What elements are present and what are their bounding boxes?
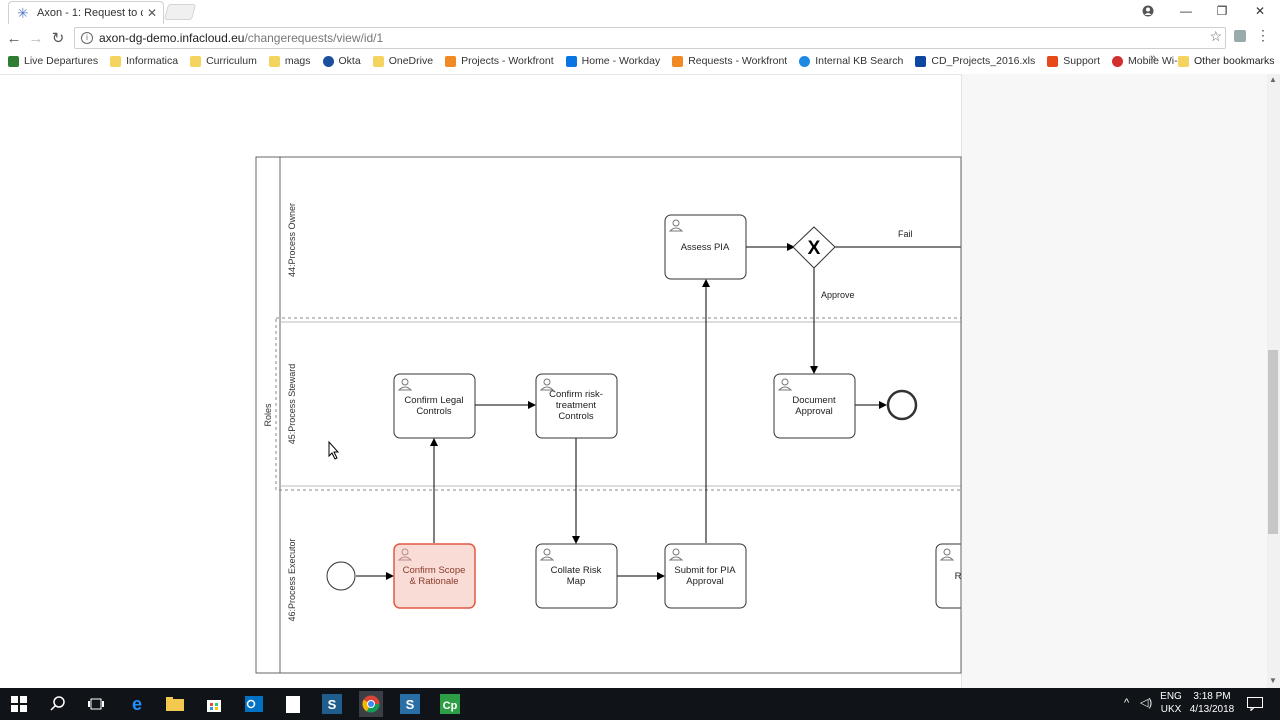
process-diagram: Roles 44:Process Owner 45:Process Stewar… [255, 156, 981, 674]
end-event[interactable] [886, 389, 918, 421]
task-document-approval[interactable]: Document Approval [773, 373, 856, 439]
snagit-icon[interactable]: S [322, 694, 342, 714]
task-view-icon[interactable] [86, 694, 106, 714]
file-explorer-icon[interactable] [165, 694, 185, 714]
tray-overflow-icon[interactable]: ^ [1124, 697, 1129, 710]
task-confirm-scope-rationale[interactable]: Confirm Scope & Rationale [393, 543, 476, 609]
task-label-line1: Confirm Legal [404, 395, 463, 406]
notifications-icon[interactable] [1245, 694, 1265, 714]
flow-label-fail: Fail [898, 229, 913, 239]
store-icon[interactable] [204, 694, 224, 714]
volume-icon[interactable]: ◁) [1140, 697, 1152, 710]
lane-label-process-owner: 44:Process Owner [287, 203, 297, 277]
edge-icon[interactable]: e [127, 694, 147, 714]
outlook-icon[interactable] [244, 694, 264, 714]
flow-label-approve: Approve [821, 290, 855, 300]
task-label-line3: Controls [558, 411, 594, 422]
task-label-line1: Confirm Scope [403, 565, 466, 576]
task-label-line2: & Rationale [409, 576, 458, 587]
search-icon[interactable] [48, 694, 68, 714]
task-label-line2: Approval [686, 576, 724, 587]
task-submit-for-pia-approval[interactable]: Submit for PIA Approval [664, 543, 747, 609]
task-confirm-risk-treatment-controls[interactable]: Confirm risk- treatment Controls [535, 373, 618, 439]
document-icon[interactable] [283, 694, 303, 714]
task-label-line1: Document [792, 395, 836, 406]
svg-text:Cp: Cp [443, 700, 458, 712]
task-label-line2: treatment [556, 400, 596, 411]
camtasia-icon[interactable]: Cp [440, 694, 460, 714]
svg-text:S: S [328, 697, 337, 712]
task-label-line2: Controls [416, 406, 452, 417]
task-label-line1: Collate Risk [551, 565, 602, 576]
gateway-x-icon: X [808, 238, 821, 259]
task-label-line2: Approval [795, 406, 833, 417]
lane-label-process-executor: 46:Process Executor [287, 538, 297, 621]
windows-start-icon[interactable] [9, 694, 29, 714]
chrome-taskbar-icon[interactable] [359, 691, 383, 717]
clock[interactable]: 3:18 PM 4/13/2018 [1186, 690, 1238, 716]
task-assess-pia[interactable]: Assess PIA [664, 214, 747, 280]
task-label-line1: Confirm risk- [549, 389, 603, 400]
lang-code: ENG [1160, 691, 1182, 702]
start-event[interactable] [326, 561, 356, 591]
task-confirm-legal-controls[interactable]: Confirm Legal Controls [393, 373, 476, 439]
windows-taskbar [0, 688, 1280, 720]
clock-date: 4/13/2018 [1189, 704, 1235, 715]
lane-label-process-steward: 45:Process Steward [287, 364, 297, 445]
clock-time: 3:18 PM [1193, 691, 1231, 702]
keyboard-layout: UKX [1160, 704, 1182, 715]
language-indicator[interactable]: ENG UKX [1158, 690, 1184, 716]
clip-cover [961, 540, 981, 612]
task-label: Assess PIA [681, 242, 730, 253]
task-label-line2: Map [567, 576, 585, 587]
task-collate-risk-map[interactable]: Collate Risk Map [535, 543, 618, 609]
task-label-line1: Submit for PIA [674, 565, 736, 576]
snagit-editor-icon[interactable]: S [400, 694, 420, 714]
pool-label: Roles [263, 403, 273, 427]
svg-text:S: S [406, 697, 415, 712]
